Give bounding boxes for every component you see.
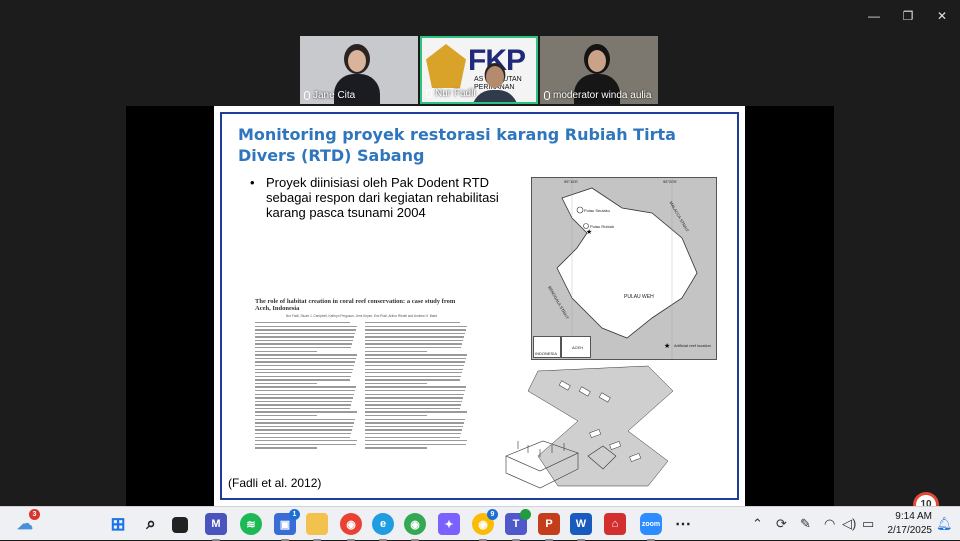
- map-site-label: Pulau Rubiah: [590, 224, 615, 229]
- windows-start-icon[interactable]: ⊞: [107, 513, 129, 535]
- artificial-reef-diagram-image: [498, 361, 718, 491]
- sync-icon[interactable]: ⟳: [776, 516, 787, 532]
- volume-icon[interactable]: ◁): [842, 516, 856, 532]
- copilot-icon[interactable]: ✦: [438, 513, 460, 535]
- more-apps-icon[interactable]: ⋯: [672, 513, 694, 535]
- reef-schematic-drawing: [505, 365, 674, 489]
- slide-citation: (Fadli et al. 2012): [228, 476, 322, 490]
- spotify-icon[interactable]: ≋: [240, 513, 262, 535]
- chrome-profile-icon[interactable]: ◉: [340, 513, 362, 541]
- weather-widget-icon[interactable]: ☁ 3: [14, 509, 40, 535]
- slide-bullet: • Proyek diinisiasi oleh Pak Dodent RTD …: [250, 175, 499, 220]
- chrome-icon[interactable]: ◉: [404, 513, 426, 541]
- pen-icon[interactable]: ✎: [800, 516, 811, 532]
- map-legend-label: Artificial reef location: [674, 343, 711, 348]
- mic-muted-icon: [544, 91, 550, 100]
- clock-date: 2/17/2025: [887, 525, 933, 536]
- paper-authors: Nur Fadli, Stuart J. Campbell, Kathryn F…: [285, 314, 438, 318]
- powerpoint-icon[interactable]: P: [538, 513, 560, 541]
- minimize-button[interactable]: —: [864, 8, 884, 24]
- windows-taskbar: ☁ 3 ⊞ ⌕ M ≋ ▣ 1 ◉ e ◉ ✦ ◉ 9 T P W ⌂ zoom ⋯ …: [0, 506, 960, 541]
- close-button[interactable]: ✕: [932, 8, 952, 24]
- paper-excerpt-image: The role of habitat creation in coral re…: [255, 298, 468, 486]
- wifi-icon[interactable]: ◠: [824, 516, 835, 532]
- map-island-label: PULAU WEH: [624, 294, 654, 300]
- clock-time: 9:14 AM: [895, 511, 932, 522]
- notification-bell-icon[interactable]: 🔔︎: [936, 516, 953, 532]
- participant-video: [472, 60, 518, 102]
- island-map-drawing: ★ ★: [532, 178, 716, 359]
- map-inset-aceh: ACEH: [561, 336, 591, 358]
- battery-icon[interactable]: ▭: [862, 516, 874, 532]
- chrome-alt-icon[interactable]: ◉ 9: [472, 509, 498, 541]
- university-emblem-icon: [426, 44, 466, 88]
- app-store-icon[interactable]: ▣ 1: [274, 509, 300, 541]
- participant-name: moderator winda aulia: [544, 90, 651, 101]
- chevron-up-icon[interactable]: ⌃: [752, 516, 763, 532]
- teams-icon[interactable]: T: [505, 509, 531, 541]
- map-site-label: Pulau Seulaku: [584, 208, 610, 213]
- participant-strip: Jane Cita FKP AS KELAUTANPERIKANAN Nur F…: [300, 36, 658, 104]
- pulau-weh-map-image: ★ ★ 95°15'E 95°20'E MALACCA STRAIT BENGG…: [531, 177, 717, 360]
- bullet-icon: •: [250, 175, 255, 190]
- system-clock[interactable]: 9:14 AM 2/17/2025: [882, 510, 933, 538]
- teams-meet-icon[interactable]: M: [205, 513, 227, 541]
- map-inset-indonesia: INDONESIA: [533, 336, 561, 358]
- presentation-slide: Monitoring proyek restorasi karang Rubia…: [214, 106, 745, 506]
- participant-name: Nur Fadli: [426, 88, 476, 99]
- zoom-meeting-window: — ❐ ✕ Jane Cita FKP AS KELAUTANPERIKANAN: [0, 0, 960, 518]
- edge-icon[interactable]: e: [372, 513, 394, 541]
- mic-muted-icon: [426, 89, 432, 98]
- svg-text:★: ★: [586, 228, 592, 236]
- svg-text:★: ★: [664, 342, 670, 350]
- map-longitude-label: 95°20'E: [663, 179, 677, 184]
- participant-tile[interactable]: Jane Cita: [300, 36, 418, 104]
- map-longitude-label: 95°15'E: [564, 179, 578, 184]
- participant-tile-active[interactable]: FKP AS KELAUTANPERIKANAN Nur Fadli: [420, 36, 538, 104]
- file-explorer-icon[interactable]: [306, 513, 328, 541]
- slide-title: Monitoring proyek restorasi karang Rubia…: [238, 125, 676, 165]
- mendeley-icon[interactable]: ⌂: [604, 513, 626, 535]
- search-icon[interactable]: ⌕: [140, 513, 162, 535]
- task-view-icon[interactable]: [172, 517, 188, 533]
- participant-name: Jane Cita: [304, 90, 355, 101]
- word-icon[interactable]: W: [570, 513, 592, 541]
- restore-button[interactable]: ❐: [898, 8, 918, 24]
- paper-title: The role of habitat creation in coral re…: [255, 298, 456, 312]
- paper-body-text: [255, 322, 468, 449]
- mic-muted-icon: [304, 91, 310, 100]
- zoom-icon[interactable]: zoom: [640, 513, 662, 541]
- participant-tile[interactable]: moderator winda aulia: [540, 36, 658, 104]
